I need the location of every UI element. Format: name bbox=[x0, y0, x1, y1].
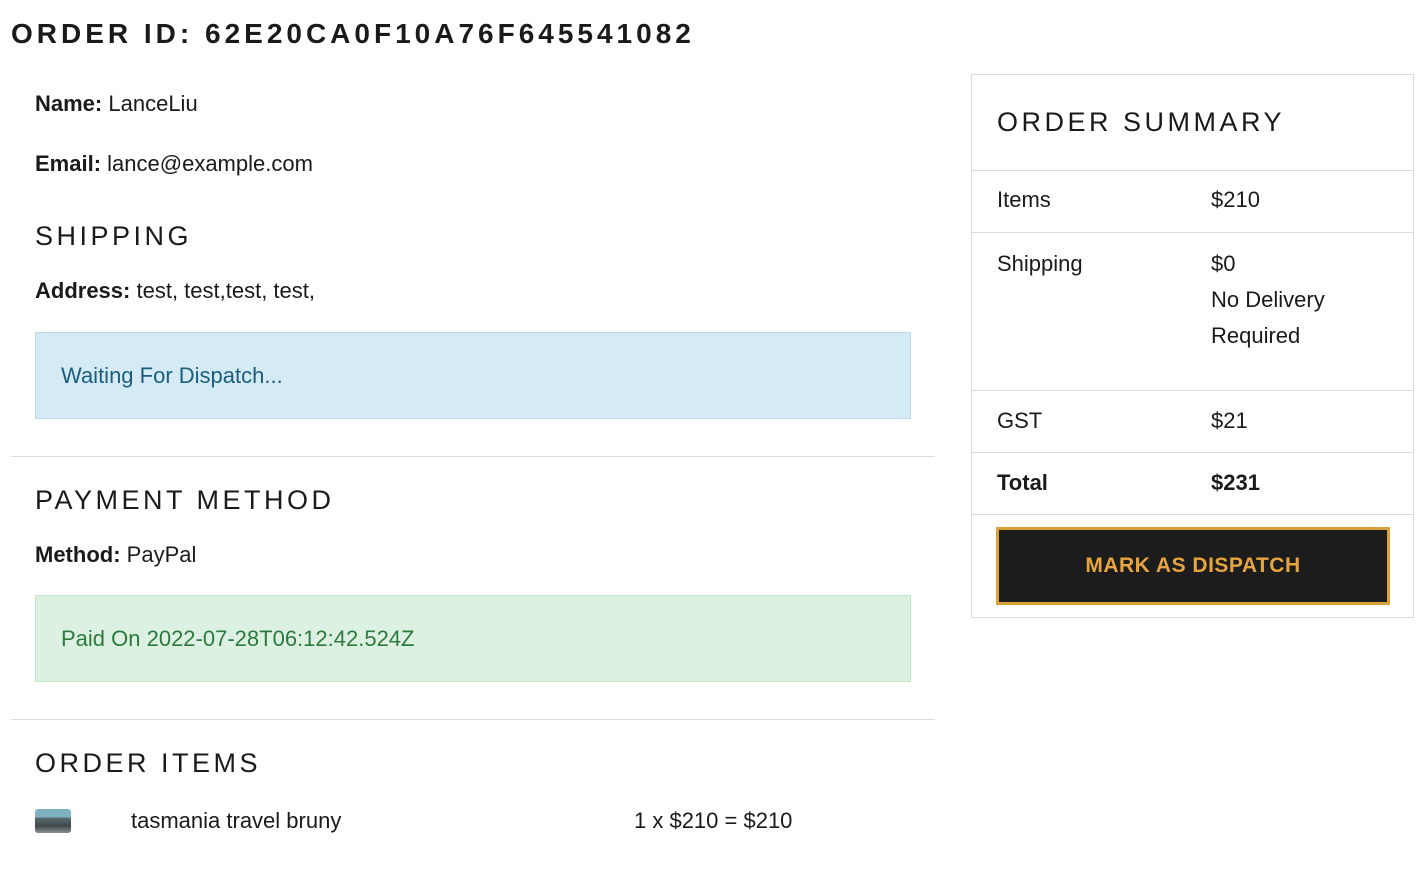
email-label: Email: bbox=[35, 151, 102, 176]
gst-label: GST bbox=[997, 408, 1043, 433]
order-summary-card: ORDER SUMMARY Items $210 Shipping $0 No … bbox=[971, 74, 1414, 618]
customer-email: Email: lance@example.com bbox=[35, 149, 911, 179]
order-items-section: ORDER ITEMS tasmania travel bruny 1 x $2… bbox=[11, 720, 935, 841]
order-details-column: Name: LanceLiu Email: lance@example.com … bbox=[11, 74, 935, 841]
total-value: $231 bbox=[1211, 470, 1260, 495]
payment-status-alert: Paid On 2022-07-28T06:12:42.524Z bbox=[35, 595, 911, 682]
order-summary-heading: ORDER SUMMARY bbox=[972, 75, 1413, 171]
order-id-title: ORDER ID: 62E20CA0F10A76F645541082 bbox=[11, 18, 695, 49]
method-value: PayPal bbox=[126, 542, 197, 567]
item-name-link[interactable]: tasmania travel bruny bbox=[131, 806, 341, 836]
dispatch-button-wrapper: MARK AS DISPATCH bbox=[972, 515, 1413, 617]
summary-row-gst: GST $21 bbox=[972, 391, 1413, 453]
shipping-value-block: $0 No Delivery Required bbox=[1211, 246, 1325, 354]
list-item: tasmania travel bruny 1 x $210 = $210 bbox=[11, 801, 935, 841]
summary-row-shipping: Shipping $0 No Delivery Required bbox=[972, 233, 1413, 391]
customer-section: Name: LanceLiu Email: lance@example.com … bbox=[11, 74, 935, 419]
shipping-value: $0 bbox=[1211, 251, 1236, 276]
name-label: Name: bbox=[35, 91, 103, 116]
summary-row-items: Items $210 bbox=[972, 171, 1413, 233]
payment-method: Method: PayPal bbox=[35, 540, 911, 570]
item-price-line: 1 x $210 = $210 bbox=[634, 808, 793, 833]
product-thumbnail-image[interactable] bbox=[35, 809, 71, 833]
order-items-heading: ORDER ITEMS bbox=[35, 748, 262, 778]
method-label: Method: bbox=[35, 542, 121, 567]
address-value: test, test,test, test, bbox=[136, 278, 315, 303]
name-value: LanceLiu bbox=[108, 91, 198, 116]
shipping-note-line2: Required bbox=[1211, 323, 1301, 348]
dispatch-status-alert: Waiting For Dispatch... bbox=[35, 332, 911, 419]
shipping-note-line1: No Delivery bbox=[1211, 287, 1325, 312]
total-label: Total bbox=[997, 470, 1048, 495]
shipping-label: Shipping bbox=[997, 251, 1083, 276]
shipping-heading: SHIPPING bbox=[35, 221, 193, 251]
email-value: lance@example.com bbox=[107, 151, 313, 176]
shipping-address: Address: test, test,test, test, bbox=[35, 276, 911, 306]
items-label: Items bbox=[997, 187, 1051, 212]
customer-name: Name: LanceLiu bbox=[35, 89, 911, 119]
payment-method-heading: PAYMENT METHOD bbox=[35, 485, 335, 515]
payment-section: PAYMENT METHOD Method: PayPal Paid On 20… bbox=[11, 457, 935, 682]
gst-value: $21 bbox=[1211, 408, 1248, 433]
summary-row-total: Total $231 bbox=[972, 453, 1413, 515]
address-label: Address: bbox=[35, 278, 131, 303]
mark-as-dispatch-button[interactable]: MARK AS DISPATCH bbox=[996, 527, 1390, 605]
order-page: ORDER ID: 62E20CA0F10A76F645541082 Name:… bbox=[0, 0, 1424, 884]
items-value: $210 bbox=[1211, 187, 1260, 212]
